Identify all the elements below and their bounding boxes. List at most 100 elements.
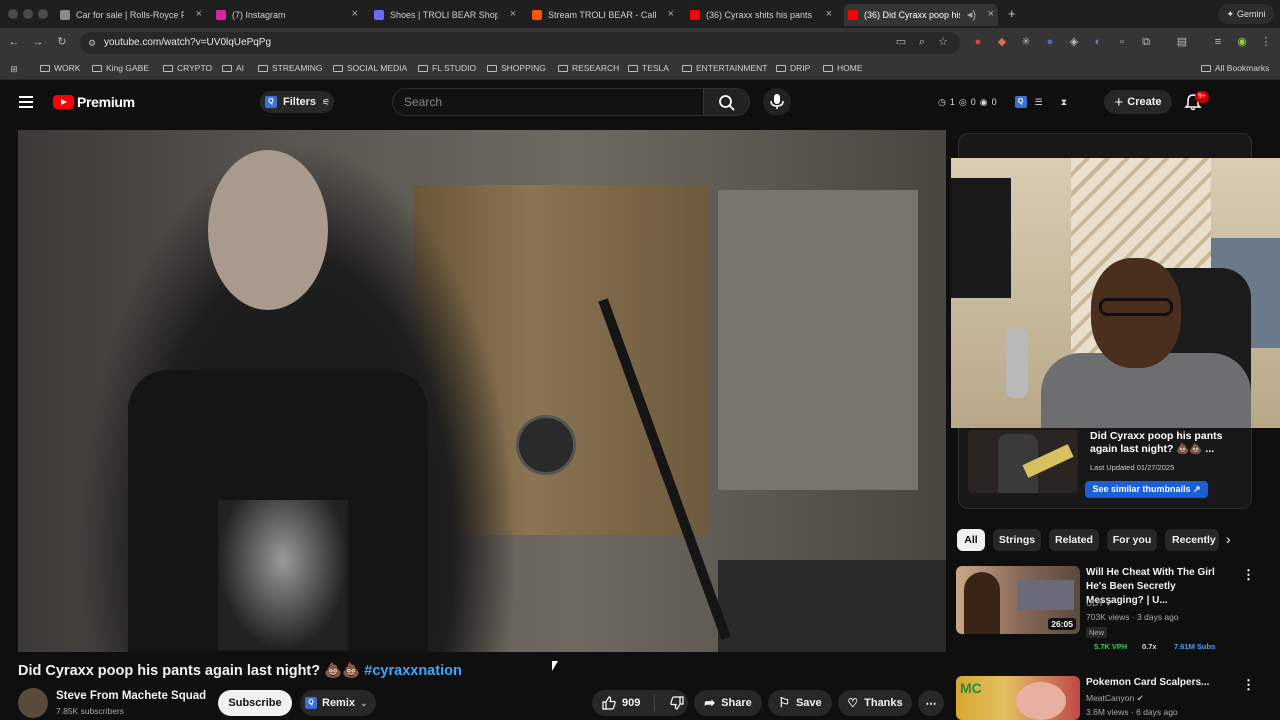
new-tab-icon[interactable]: + [1008, 6, 1016, 21]
extension-icon[interactable]: ◆ [996, 36, 1008, 48]
card-thumbnail[interactable] [968, 430, 1078, 493]
premium-logo-text[interactable]: Premium [77, 94, 135, 110]
browser-tab[interactable]: (7) Instagram × [212, 4, 362, 26]
gemini-button[interactable]: ✦ Gemini [1218, 4, 1274, 24]
tab-search-icon[interactable]: ≡ [1212, 36, 1224, 48]
bookmark-folder[interactable]: RESEARCH [558, 63, 619, 73]
thumbs-down-icon[interactable] [670, 696, 684, 710]
video-title[interactable]: Pokemon Card Scalpers... [1086, 676, 1236, 690]
reload-icon[interactable]: ↻ [56, 36, 68, 48]
extension-stats[interactable]: ◷ 1 ◎ 0 ◉ 0 Q ☰ ⧗ [938, 96, 1067, 108]
more-actions-button[interactable]: ⋯ [918, 690, 944, 716]
bookmark-folder[interactable]: FL STUDIO [418, 63, 476, 73]
plus-icon: + [1114, 93, 1124, 111]
cast-icon[interactable]: ▭ [895, 36, 907, 48]
bookmark-star-icon[interactable]: ☆ [937, 36, 949, 48]
video-thumbnail[interactable]: 26:05 [956, 566, 1080, 634]
bookmark-folder[interactable]: AI [222, 63, 244, 73]
bookmark-folder[interactable]: WORK [40, 63, 80, 73]
chip-all[interactable]: All [957, 529, 985, 551]
browser-tab[interactable]: Shoes | TROLI BEAR Shop × [370, 4, 520, 26]
back-icon[interactable]: ← [8, 36, 20, 48]
window-zoom-dot[interactable] [38, 9, 48, 19]
extension-icon[interactable]: ✳ [1020, 36, 1032, 48]
counter-icon: ◎ [958, 96, 967, 107]
video-channel[interactable]: MeatCanyon ✔ [1086, 693, 1144, 704]
remix-button[interactable]: Q Remix ⌄ [300, 690, 376, 716]
card-updated: Last Updated 01/27/2025 [1090, 463, 1175, 472]
video-player[interactable] [18, 130, 946, 652]
chip-recently[interactable]: Recently [1165, 529, 1219, 551]
extension-icon[interactable]: ● [1044, 36, 1056, 48]
browser-tab[interactable]: (36) Cyraxx shits his pants o × [686, 4, 836, 26]
window-minimize-dot[interactable] [23, 9, 33, 19]
site-info-icon[interactable]: ⚙ [86, 37, 98, 49]
more-options-icon[interactable]: ⋮ [1242, 677, 1255, 693]
bookmark-folder[interactable]: STREAMING [258, 63, 323, 73]
bookmark-folder[interactable]: SHOPPING [487, 63, 546, 73]
profile-icon[interactable]: ◉ [1236, 36, 1248, 48]
create-button[interactable]: + Create [1104, 90, 1172, 114]
extension-badge-icon[interactable]: Q [1014, 96, 1027, 108]
bookmark-folder[interactable]: DRIP [776, 63, 810, 73]
menu-kebab-icon[interactable]: ⋮ [1260, 36, 1272, 48]
chip-strings[interactable]: Strings [993, 529, 1041, 551]
all-bookmarks[interactable]: All Bookmarks [1201, 63, 1269, 73]
channel-name[interactable]: Steve From Machete Squad [56, 690, 206, 702]
bookmark-folder[interactable]: TESLA [628, 63, 669, 73]
video-thumbnail[interactable]: MC [956, 676, 1080, 720]
browser-tab[interactable]: Car for sale | Rolls-Royce Pha × [56, 4, 206, 26]
tab-close-icon[interactable]: × [510, 8, 516, 20]
video-channel[interactable]: UDY ✔ [1086, 598, 1113, 609]
see-similar-thumbnails-button[interactable]: See similar thumbnails ↗ [1085, 481, 1208, 498]
search-input[interactable] [393, 89, 703, 115]
share-arrow-icon: ➦ [704, 695, 716, 710]
window-close-dot[interactable] [8, 9, 18, 19]
bookmark-folder[interactable]: ENTERTAINMENT [682, 63, 767, 73]
extension-icon[interactable]: ● [972, 36, 984, 48]
tab-close-icon[interactable]: × [988, 8, 994, 20]
bookmark-folder[interactable]: SOCIAL MEDIA [333, 63, 407, 73]
sidepanel-icon[interactable]: ▤ [1176, 36, 1188, 48]
more-options-icon[interactable]: ⋮ [1242, 567, 1255, 583]
zoom-icon[interactable]: ⌕ [916, 36, 928, 48]
filters-button[interactable]: Q Filters ⚟ [260, 91, 334, 113]
voice-search-button[interactable] [763, 88, 791, 116]
browser-tab-active[interactable]: (36) Did Cyraxx poop his ◂) × [844, 4, 998, 26]
hashtag-link[interactable]: #cyraxxnation [364, 663, 462, 679]
bookmark-folder[interactable]: HOME [823, 63, 863, 73]
bookmark-folder[interactable]: CRYPTO [163, 63, 212, 73]
apps-grid-icon[interactable]: ⊞ [8, 63, 20, 75]
bookmark-folder[interactable]: King GABE [92, 63, 149, 73]
search-box[interactable] [392, 88, 704, 116]
list-icon[interactable]: ☰ [1035, 97, 1043, 108]
hourglass-icon[interactable]: ⧗ [1061, 97, 1067, 108]
chevron-right-icon[interactable]: › [1226, 531, 1231, 547]
forward-icon[interactable]: → [32, 36, 44, 48]
audio-icon[interactable]: ◂) [967, 8, 976, 21]
video-frame-shirt-print [218, 500, 348, 650]
bookmark-icon: ⚐ [778, 695, 790, 710]
chip-for-you[interactable]: For you [1107, 529, 1157, 551]
thanks-button[interactable]: ♡ Thanks [838, 690, 912, 716]
extensions-puzzle-icon[interactable]: ⧉ [1140, 36, 1152, 48]
like-button[interactable]: 909 [602, 696, 640, 710]
youtube-logo-icon[interactable] [53, 95, 74, 109]
chip-related[interactable]: Related [1049, 529, 1099, 551]
tab-close-icon[interactable]: × [196, 8, 202, 20]
tab-close-icon[interactable]: × [352, 8, 358, 20]
url-text[interactable]: youtube.com/watch?v=UV0lqUePqPg [104, 37, 271, 48]
share-button[interactable]: ➦ Share [694, 690, 762, 716]
channel-avatar[interactable] [18, 688, 48, 718]
subscribe-button[interactable]: Subscribe [218, 690, 292, 716]
browser-tab[interactable]: Stream TROLI BEAR - Call of × [528, 4, 678, 26]
video-frame-cabinet [718, 190, 918, 490]
tab-close-icon[interactable]: × [826, 8, 832, 20]
hamburger-menu-icon[interactable] [19, 96, 33, 111]
extension-icon[interactable]: ◐ [1092, 36, 1104, 48]
save-button[interactable]: ⚐ Save [768, 690, 832, 716]
tab-close-icon[interactable]: × [668, 8, 674, 20]
search-button[interactable] [704, 88, 750, 116]
extension-icon[interactable]: ▫ [1116, 36, 1128, 48]
extension-icon[interactable]: ◈ [1068, 36, 1080, 48]
